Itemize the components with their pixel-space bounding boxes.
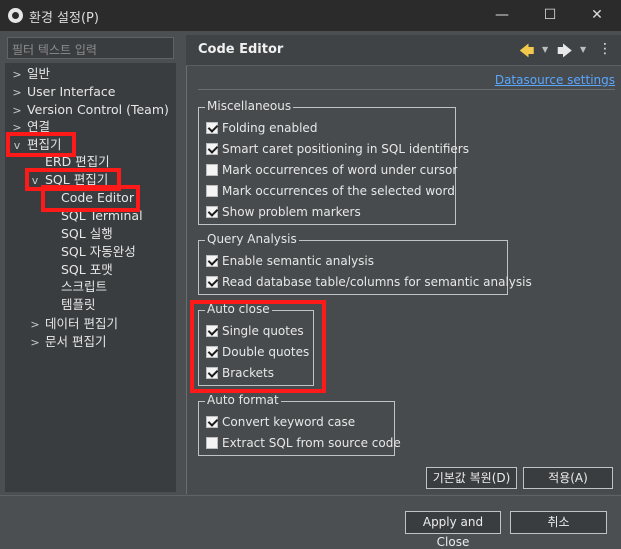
tree-item-version-control[interactable]: > Version Control (Team) bbox=[11, 101, 169, 119]
page-header: Code Editor 🡄 ▼ 🡆 ▼ ⋮ bbox=[186, 35, 621, 66]
tree-item-sql-format[interactable]: SQL 포맷 bbox=[45, 261, 113, 279]
minimize-button[interactable]: — bbox=[491, 5, 513, 25]
tree-item-label: 문서 편집기 bbox=[45, 334, 107, 349]
option-label: Enable semantic analysis bbox=[222, 254, 375, 268]
option-label: Extract SQL from source code bbox=[222, 436, 401, 450]
option-label: Mark occurrences of word under cursor bbox=[222, 163, 458, 177]
option-label: Convert keyword case bbox=[222, 415, 356, 429]
chevron-right-icon[interactable]: > bbox=[11, 84, 23, 102]
checkbox[interactable] bbox=[206, 122, 218, 134]
auto-format-group: Auto format Convert keyword case Extract… bbox=[198, 393, 401, 456]
option-show-problem-markers[interactable]: Show problem markers bbox=[206, 203, 361, 221]
checkbox[interactable] bbox=[206, 143, 218, 155]
group-title: Auto format bbox=[205, 393, 281, 407]
option-folding-enabled[interactable]: Folding enabled bbox=[206, 119, 317, 137]
checkbox[interactable] bbox=[206, 206, 218, 218]
chevron-right-icon[interactable]: > bbox=[29, 334, 41, 352]
checkbox[interactable] bbox=[206, 276, 218, 288]
option-enable-semantic-analysis[interactable]: Enable semantic analysis bbox=[206, 252, 374, 270]
option-label: Read database table/columns for semantic… bbox=[222, 275, 532, 289]
checkbox[interactable] bbox=[206, 416, 218, 428]
back-arrow-icon[interactable]: 🡄 bbox=[519, 41, 535, 66]
option-read-table-columns[interactable]: Read database table/columns for semantic… bbox=[206, 273, 532, 291]
option-label: Mark occurrences of the selected word bbox=[222, 184, 455, 198]
apply-button[interactable]: 적용(A) bbox=[523, 467, 613, 489]
apply-and-close-button[interactable]: Apply and Close bbox=[405, 511, 501, 549]
option-convert-keyword-case[interactable]: Convert keyword case bbox=[206, 413, 355, 431]
checkbox[interactable] bbox=[206, 437, 218, 449]
group-title: Miscellaneous bbox=[205, 99, 294, 113]
highlight-box bbox=[190, 300, 326, 393]
app-logo-icon bbox=[8, 8, 23, 23]
tree-item-label: User Interface bbox=[27, 84, 116, 99]
forward-arrow-icon[interactable]: 🡆 bbox=[557, 41, 573, 66]
divider bbox=[198, 89, 615, 90]
query-analysis-group: Query Analysis Enable semantic analysis … bbox=[198, 232, 532, 295]
tree-item-user-interface[interactable]: > User Interface bbox=[11, 83, 115, 101]
option-smart-caret[interactable]: Smart caret positioning in SQL identifie… bbox=[206, 140, 469, 158]
maximize-button[interactable]: ☐ bbox=[539, 5, 561, 25]
back-dropdown-icon[interactable]: ▼ bbox=[542, 45, 548, 54]
tree-item-label: 스크립트 bbox=[61, 279, 108, 294]
chevron-right-icon[interactable]: > bbox=[29, 316, 41, 334]
tree-item-label: 템플릿 bbox=[61, 297, 96, 312]
tree-item-templates[interactable]: 템플릿 bbox=[45, 296, 96, 314]
restore-defaults-button[interactable]: 기본값 복원(D) bbox=[426, 467, 517, 489]
divider bbox=[0, 495, 621, 496]
tree-item-label: Version Control (Team) bbox=[27, 102, 169, 117]
option-label: Smart caret positioning in SQL identifie… bbox=[222, 142, 469, 156]
tree-item-data-editor[interactable]: > 데이터 편집기 bbox=[29, 315, 118, 333]
tree-item-label: 데이터 편집기 bbox=[45, 316, 118, 331]
tree-item-label: SQL 실행 bbox=[61, 226, 113, 241]
highlight-box bbox=[6, 132, 76, 157]
highlight-box bbox=[41, 185, 140, 212]
tree-item-label: SQL 포맷 bbox=[61, 262, 113, 277]
checkbox[interactable] bbox=[206, 164, 218, 176]
group-title: Query Analysis bbox=[205, 232, 299, 246]
option-label: Folding enabled bbox=[222, 121, 318, 135]
cancel-button[interactable]: 취소 bbox=[510, 511, 607, 534]
option-mark-selected-word[interactable]: Mark occurrences of the selected word bbox=[206, 182, 455, 200]
tree-item-sql-completion[interactable]: SQL 자동완성 bbox=[45, 243, 136, 261]
window-title: 환경 설정(P) bbox=[29, 11, 99, 26]
checkbox[interactable] bbox=[206, 185, 218, 197]
forward-dropdown-icon[interactable]: ▼ bbox=[580, 45, 586, 54]
miscellaneous-group: Miscellaneous Folding enabled Smart care… bbox=[198, 99, 469, 225]
option-extract-sql[interactable]: Extract SQL from source code bbox=[206, 434, 401, 452]
preferences-tree: > 일반 > User Interface > Version Control (Te… bbox=[5, 63, 176, 492]
tree-item-scripts[interactable]: 스크립트 bbox=[45, 278, 107, 296]
view-menu-icon[interactable]: ⋮ bbox=[598, 41, 612, 57]
option-label: Show problem markers bbox=[222, 205, 361, 219]
title-bar: 환경 설정(P) — ☐ ✕ bbox=[0, 0, 621, 31]
datasource-settings-link[interactable]: Datasource settings bbox=[495, 73, 615, 87]
option-mark-word-cursor[interactable]: Mark occurrences of word under cursor bbox=[206, 161, 457, 179]
tree-item-sql-execute[interactable]: SQL 실행 bbox=[45, 225, 113, 243]
tree-item-general[interactable]: > 일반 bbox=[11, 65, 50, 83]
checkbox[interactable] bbox=[206, 255, 218, 267]
page-title: Code Editor bbox=[198, 42, 284, 57]
tree-item-document-editor[interactable]: > 문서 편집기 bbox=[29, 333, 106, 351]
close-button[interactable]: ✕ bbox=[586, 5, 608, 25]
chevron-right-icon[interactable]: > bbox=[11, 66, 23, 84]
filter-input[interactable]: 필터 텍스트 입력 bbox=[7, 37, 174, 59]
tree-item-label: 일반 bbox=[27, 66, 51, 81]
tree-item-label: SQL 자동완성 bbox=[61, 244, 136, 259]
